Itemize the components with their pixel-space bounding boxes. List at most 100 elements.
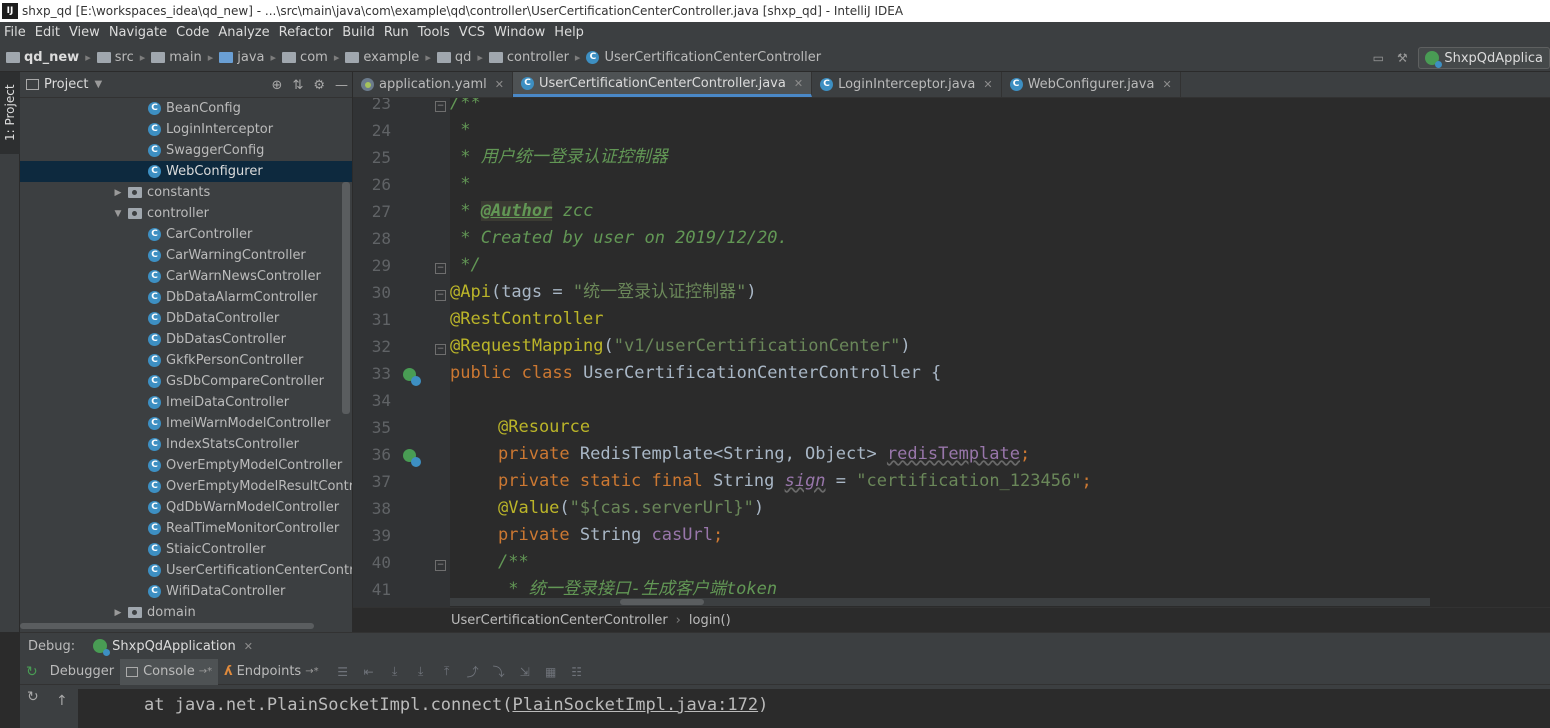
fold-marker-icon[interactable]: − xyxy=(435,263,446,274)
arrow-up-icon[interactable]: ↑ xyxy=(56,693,68,709)
nav-crumb-src[interactable]: src ▸ xyxy=(96,50,145,65)
rerun-icon[interactable]: ↻ xyxy=(26,664,38,680)
code-editor[interactable]: − − − − − 23 24 25 26 27 28 29 30 31 32 33 34 35 36 37… xyxy=(353,98,1550,607)
fold-marker-icon[interactable]: − xyxy=(435,560,446,571)
tree-package[interactable]: ▶ domain xyxy=(20,602,352,623)
menu-item-edit[interactable]: Edit xyxy=(31,22,65,44)
tree-class[interactable]: C SwaggerConfig xyxy=(20,140,352,161)
locate-file-icon[interactable]: ⊕ xyxy=(272,78,283,93)
menu-item-help[interactable]: Help xyxy=(550,22,589,44)
show-execution-point-icon[interactable]: ⇤ xyxy=(361,664,377,680)
nav-crumb-main[interactable]: main ▸ xyxy=(151,50,213,65)
project-structure-icon[interactable]: ▭ xyxy=(1370,50,1386,66)
editor-tab[interactable]: C UserCertificationCenterController.java ✕ xyxy=(513,72,813,97)
tree-class[interactable]: C StiaicController xyxy=(20,539,352,560)
tree-class[interactable]: C OverEmptyModelController xyxy=(20,455,352,476)
project-panel-title[interactable]: Project xyxy=(44,77,88,92)
menu-item-navigate[interactable]: Navigate xyxy=(105,22,172,44)
step-over-icon[interactable]: ⤓ xyxy=(387,664,403,680)
tree-class[interactable]: C CarWarnNewsController xyxy=(20,266,352,287)
tree-class[interactable]: C DbDataController xyxy=(20,308,352,329)
close-icon[interactable]: ✕ xyxy=(1162,78,1171,91)
menu-item-build[interactable]: Build xyxy=(338,22,380,44)
code-area[interactable]: /** * * 用户统一登录认证控制器 * * @Author zcc * Cr… xyxy=(450,98,1550,607)
tree-class[interactable]: C GsDbCompareController xyxy=(20,371,352,392)
fold-marker-icon[interactable]: − xyxy=(435,101,446,112)
tree-class[interactable]: C RealTimeMonitorController xyxy=(20,518,352,539)
tree-class[interactable]: C ImeiWarnModelController xyxy=(20,413,352,434)
menu-item-refactor[interactable]: Refactor xyxy=(275,22,339,44)
breadcrumb-class[interactable]: UserCertificationCenterController xyxy=(451,613,668,628)
force-step-into-icon[interactable]: ⤒ xyxy=(439,664,455,680)
tree-class[interactable]: C OverEmptyModelResultControlle xyxy=(20,476,352,497)
tree-class[interactable]: C QdDbWarnModelController xyxy=(20,497,352,518)
menu-item-view[interactable]: View xyxy=(65,22,105,44)
menu-item-tools[interactable]: Tools xyxy=(414,22,455,44)
pin-icon[interactable]: →* xyxy=(305,666,318,677)
chevron-right-icon[interactable]: ▶ xyxy=(112,188,124,198)
autowired-gutter-icon[interactable] xyxy=(400,446,421,467)
tree-class[interactable]: C DbDatasController xyxy=(20,329,352,350)
nav-crumb-controller[interactable]: controller ▸ xyxy=(488,50,580,65)
tree-class[interactable]: C BeanConfig xyxy=(20,98,352,119)
editor-tab[interactable]: C WebConfigurer.java ✕ xyxy=(1002,72,1181,97)
chevron-down-icon[interactable]: ▼ xyxy=(94,79,102,90)
nav-crumb-usercertificationcentercontroller[interactable]: C UserCertificationCenterController xyxy=(586,50,821,65)
tree-class[interactable]: C WifiDataController xyxy=(20,581,352,602)
scrollbar-thumb[interactable] xyxy=(620,599,704,605)
close-icon[interactable]: ✕ xyxy=(983,78,992,91)
build-hammer-icon[interactable]: ⚒ xyxy=(1394,50,1410,66)
tree-class[interactable]: C LoginInterceptor xyxy=(20,119,352,140)
tree-package[interactable]: ▶ constants xyxy=(20,182,352,203)
tab-debugger[interactable]: Debugger xyxy=(44,659,120,685)
tree-package[interactable]: ▼ controller xyxy=(20,203,352,224)
tree-class[interactable]: C CarWarningController xyxy=(20,245,352,266)
menu-item-code[interactable]: Code xyxy=(172,22,214,44)
close-icon[interactable]: ✕ xyxy=(495,78,504,91)
tab-endpoints[interactable]: ʎ Endpoints →* xyxy=(218,659,325,685)
chevron-right-icon[interactable]: ▶ xyxy=(112,608,124,618)
debug-session-tab[interactable]: ShxpQdApplication ✕ xyxy=(93,639,253,656)
collapse-all-icon[interactable]: ⇅ xyxy=(292,78,303,93)
editor-horizontal-scrollbar[interactable] xyxy=(450,598,1430,606)
menu-item-vcs[interactable]: VCS xyxy=(455,22,490,44)
spring-bean-gutter-icon[interactable] xyxy=(400,365,421,386)
fold-marker-icon[interactable]: − xyxy=(435,290,446,301)
tab-console[interactable]: Console →* xyxy=(120,658,219,685)
stacktrace-link[interactable]: PlainSocketImpl.java:172 xyxy=(512,695,758,715)
tree-class[interactable]: C DbDataAlarmController xyxy=(20,287,352,308)
project-vertical-scrollbar[interactable] xyxy=(342,182,350,414)
menu-item-analyze[interactable]: Analyze xyxy=(214,22,274,44)
nav-crumb-qd_new[interactable]: qd_new ▸ xyxy=(6,50,91,65)
tree-class[interactable]: C GkfkPersonController xyxy=(20,350,352,371)
restart-icon[interactable]: ↻ xyxy=(27,689,39,705)
project-horizontal-scrollbar[interactable] xyxy=(20,623,314,629)
pin-icon[interactable]: →* xyxy=(199,666,212,677)
gear-icon[interactable]: ⚙ xyxy=(313,78,325,93)
hide-panel-icon[interactable]: — xyxy=(335,78,348,93)
trace-icon[interactable]: ☷ xyxy=(569,664,585,680)
drop-frame-icon[interactable]: ⤵ xyxy=(491,664,507,680)
editor-tab[interactable]: C LoginInterceptor.java ✕ xyxy=(812,72,1002,97)
nav-crumb-qd[interactable]: qd ▸ xyxy=(436,50,483,65)
step-into-icon[interactable]: ⤓ xyxy=(413,664,429,680)
menu-item-file[interactable]: File xyxy=(0,22,31,44)
run-configuration-select[interactable]: ShxpQdApplica xyxy=(1418,47,1550,69)
chevron-down-icon[interactable]: ▼ xyxy=(112,209,124,219)
menu-item-window[interactable]: Window xyxy=(490,22,550,44)
run-to-cursor-icon[interactable]: ⇲ xyxy=(517,664,533,680)
console-output[interactable]: at java.net.PlainSocketImpl.connect(Plai… xyxy=(78,685,1550,728)
menu-lines-icon[interactable]: ☰ xyxy=(335,664,351,680)
fold-marker-icon[interactable]: − xyxy=(435,344,446,355)
breadcrumb-method[interactable]: login() xyxy=(689,613,731,628)
tree-class[interactable]: C IndexStatsController xyxy=(20,434,352,455)
close-icon[interactable]: ✕ xyxy=(244,640,253,653)
project-tool-tab[interactable]: 1: Project xyxy=(0,72,20,154)
nav-crumb-example[interactable]: example ▸ xyxy=(345,50,431,65)
tree-class[interactable]: C WebConfigurer xyxy=(20,161,352,182)
editor-tab[interactable]: application.yaml ✕ xyxy=(353,72,513,97)
nav-crumb-com[interactable]: com ▸ xyxy=(282,50,339,65)
step-out-icon[interactable]: ⤴ xyxy=(465,664,481,680)
close-icon[interactable]: ✕ xyxy=(794,77,803,90)
nav-crumb-java[interactable]: java ▸ xyxy=(219,50,276,65)
